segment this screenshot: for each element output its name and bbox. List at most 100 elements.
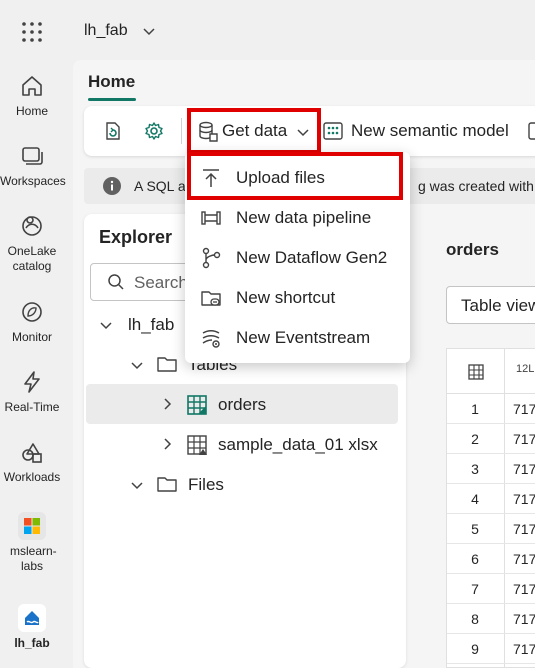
- rail-item-workloads[interactable]: Workloads: [0, 438, 64, 485]
- rail-item-label: Workloads: [3, 470, 61, 484]
- new-semantic-model-button[interactable]: New semantic model: [322, 110, 535, 152]
- gear-icon[interactable]: [143, 120, 165, 142]
- tab-selected-indicator: [88, 98, 136, 101]
- menu-item-label: New Eventstream: [236, 328, 371, 347]
- table-row[interactable]: 6 717: [447, 544, 535, 574]
- menu-item-label: New shortcut: [236, 288, 336, 307]
- row-number: 8: [471, 611, 479, 627]
- rail-item-label: Monitor: [11, 330, 52, 344]
- chevron-down-icon[interactable]: [130, 478, 144, 492]
- workspaces-icon: [22, 147, 43, 165]
- row-number: 5: [471, 521, 479, 537]
- table-row[interactable]: 1 717: [447, 394, 535, 424]
- cell-value: 717: [513, 551, 535, 567]
- home-icon: [22, 76, 42, 96]
- menu-item-new-data-pipeline[interactable]: New data pipeline: [185, 198, 410, 238]
- tree-item-files[interactable]: Files: [188, 475, 224, 495]
- onelake-icon: [22, 216, 42, 236]
- cell-value: 717: [513, 491, 535, 507]
- rail-item-workspaces[interactable]: Workspaces: [0, 142, 66, 189]
- rail-item-label: OneLake catalog: [7, 244, 57, 273]
- highlight-box-get-data: [187, 108, 321, 154]
- search-placeholder: Search: [134, 273, 188, 292]
- cell-value: 717: [513, 641, 535, 657]
- tab-home[interactable]: Home: [88, 72, 135, 92]
- column-header[interactable]: 12L: [516, 363, 534, 375]
- cell-value: 717: [513, 401, 535, 417]
- grid-header: 12L: [446, 348, 535, 394]
- table-row[interactable]: 7 717: [447, 574, 535, 604]
- menu-item-label: New data pipeline: [236, 208, 372, 227]
- pipeline-icon: [201, 211, 221, 225]
- rail-item-label: Real-Time: [4, 400, 60, 414]
- rail-item-home[interactable]: Home: [0, 72, 64, 119]
- row-number: 7: [471, 581, 479, 597]
- rail-item-label: mslearn-labs: [10, 544, 57, 573]
- workspace-logo-icon: [18, 512, 46, 540]
- tree-item-orders[interactable]: orders: [218, 395, 266, 415]
- rail-item-label: Home: [15, 104, 48, 118]
- eventstream-icon: [202, 330, 220, 348]
- realtime-icon: [24, 371, 40, 393]
- chevron-right-icon[interactable]: [160, 397, 174, 411]
- explorer-title: Explorer: [99, 227, 173, 247]
- search-icon: [108, 274, 124, 290]
- table-row[interactable]: 5 717: [447, 514, 535, 544]
- info-text: A SQL a: [134, 178, 186, 194]
- rail-item-monitor[interactable]: Monitor: [0, 298, 64, 345]
- row-number: 2: [471, 431, 479, 447]
- rail-item-lh-fab[interactable]: lh_fab: [0, 604, 64, 651]
- calendar-icon[interactable]: [528, 120, 535, 142]
- row-number: 4: [471, 491, 479, 507]
- menu-item-new-dataflow-gen2[interactable]: New Dataflow Gen2: [185, 238, 410, 278]
- app-launcher-icon[interactable]: [20, 20, 44, 44]
- folder-icon: [157, 477, 177, 492]
- menu-item-new-eventstream[interactable]: New Eventstream: [185, 318, 410, 358]
- chevron-down-icon[interactable]: [141, 23, 157, 39]
- tree-item-root[interactable]: lh_fab: [128, 315, 174, 335]
- row-number: 6: [471, 551, 479, 567]
- info-icon: [103, 177, 121, 195]
- menu-item-label: New Dataflow Gen2: [236, 248, 388, 267]
- highlight-box-upload-files: [187, 152, 403, 200]
- cell-value: 717: [513, 461, 535, 477]
- menu-item-new-shortcut[interactable]: New shortcut: [185, 278, 410, 318]
- table-view-label: Table view: [461, 296, 535, 315]
- semantic-model-icon: [323, 122, 343, 140]
- cell-value: 717: [513, 581, 535, 597]
- row-number: 9: [471, 641, 479, 657]
- content-title: orders: [446, 240, 499, 259]
- shortcut-icon: [201, 291, 221, 306]
- table-icon: [187, 435, 207, 455]
- folder-icon: [157, 357, 177, 372]
- workspace-title[interactable]: lh_fab: [84, 22, 128, 40]
- cell-value: 717: [513, 521, 535, 537]
- table-row[interactable]: 8 717: [447, 604, 535, 634]
- table-row[interactable]: 4 717: [447, 484, 535, 514]
- new-semantic-model-label: New semantic model: [351, 121, 509, 140]
- rail-item-realtime[interactable]: Real-Time: [0, 368, 64, 415]
- refresh-icon[interactable]: [101, 120, 123, 142]
- workloads-icon: [22, 443, 42, 463]
- chevron-down-icon[interactable]: [130, 358, 144, 372]
- left-rail: Home Workspaces OneLake catalog Monitor …: [0, 0, 66, 668]
- chevron-right-icon[interactable]: [160, 437, 174, 451]
- tree-item-sample-data[interactable]: sample_data_01 xlsx: [218, 435, 378, 455]
- table-row[interactable]: 9 717: [447, 634, 535, 664]
- table-row[interactable]: 2 717: [447, 424, 535, 454]
- rail-item-label: lh_fab: [14, 636, 50, 650]
- info-text-continued: g was created with t: [418, 178, 535, 194]
- toolbar-separator: [181, 118, 182, 144]
- row-number: 3: [471, 461, 479, 477]
- grid-icon[interactable]: [468, 364, 484, 380]
- chevron-down-icon[interactable]: [99, 318, 113, 332]
- rail-item-onelake-catalog[interactable]: OneLake catalog: [0, 212, 64, 274]
- cell-value: 717: [513, 431, 535, 447]
- dataflow-icon: [202, 247, 221, 269]
- cell-value: 717: [513, 611, 535, 627]
- rail-item-mslearn-labs[interactable]: mslearn-labs: [0, 512, 64, 574]
- rail-item-label: Workspaces: [0, 174, 66, 188]
- lakehouse-icon: [18, 604, 46, 632]
- table-row[interactable]: 3 717: [447, 454, 535, 484]
- row-number: 1: [471, 401, 479, 417]
